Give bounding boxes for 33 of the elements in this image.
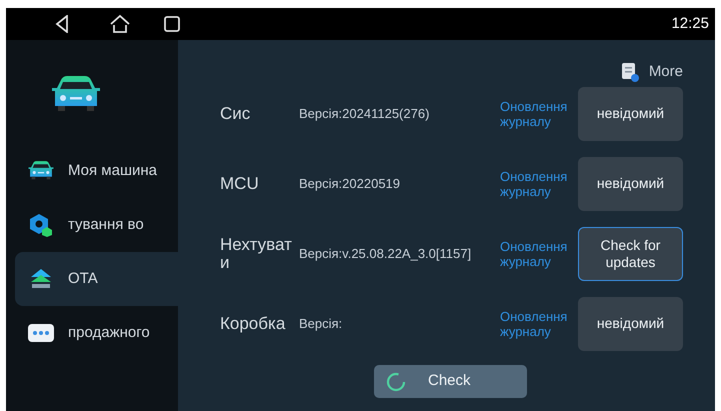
- more-button[interactable]: More: [648, 60, 683, 84]
- hexagon-icon: [29, 213, 53, 237]
- version-text: Версія:v.25.08.22A_3.0[1157]: [299, 244, 472, 263]
- version-text: Версія:20241125(276): [299, 104, 430, 123]
- more-dots-icon: [28, 324, 54, 342]
- home-icon[interactable]: [109, 14, 131, 34]
- status-button[interactable]: невідомий: [578, 296, 683, 350]
- document-icon: [620, 62, 639, 82]
- sidebar-item[interactable]: OTA: [15, 252, 178, 306]
- version-text: Версія:20220519: [299, 174, 402, 193]
- module-name: MCU: [220, 174, 260, 192]
- version-text: Версія:: [299, 314, 344, 333]
- sidebar-item[interactable]: тування во: [15, 198, 178, 252]
- sidebar-item[interactable]: Моя машина: [15, 144, 178, 198]
- status-button[interactable]: невідомий: [578, 86, 683, 140]
- module-name: Сис: [220, 104, 252, 122]
- spinner-icon: [386, 372, 406, 392]
- update-log-link[interactable]: Оновлення журналу: [500, 308, 578, 338]
- car-icon: [51, 76, 101, 114]
- check-button[interactable]: Check: [374, 365, 527, 398]
- module-name: Нехтувати: [220, 236, 293, 272]
- module-name: Коробка: [220, 314, 286, 332]
- back-icon[interactable]: [55, 15, 69, 33]
- recents-icon[interactable]: [164, 16, 180, 32]
- status-button[interactable]: невідомий: [578, 156, 683, 210]
- clock: 12:25: [671, 14, 709, 34]
- car-icon: [28, 160, 54, 182]
- update-log-link[interactable]: Оновлення журналу: [500, 98, 578, 128]
- upload-arrows-icon: [30, 269, 52, 289]
- update-log-link[interactable]: Оновлення журналу: [500, 168, 578, 198]
- update-log-link[interactable]: Оновлення журналу: [500, 238, 578, 268]
- status-button[interactable]: Check for updates: [578, 226, 683, 280]
- sidebar-item[interactable]: продажного: [15, 306, 178, 360]
